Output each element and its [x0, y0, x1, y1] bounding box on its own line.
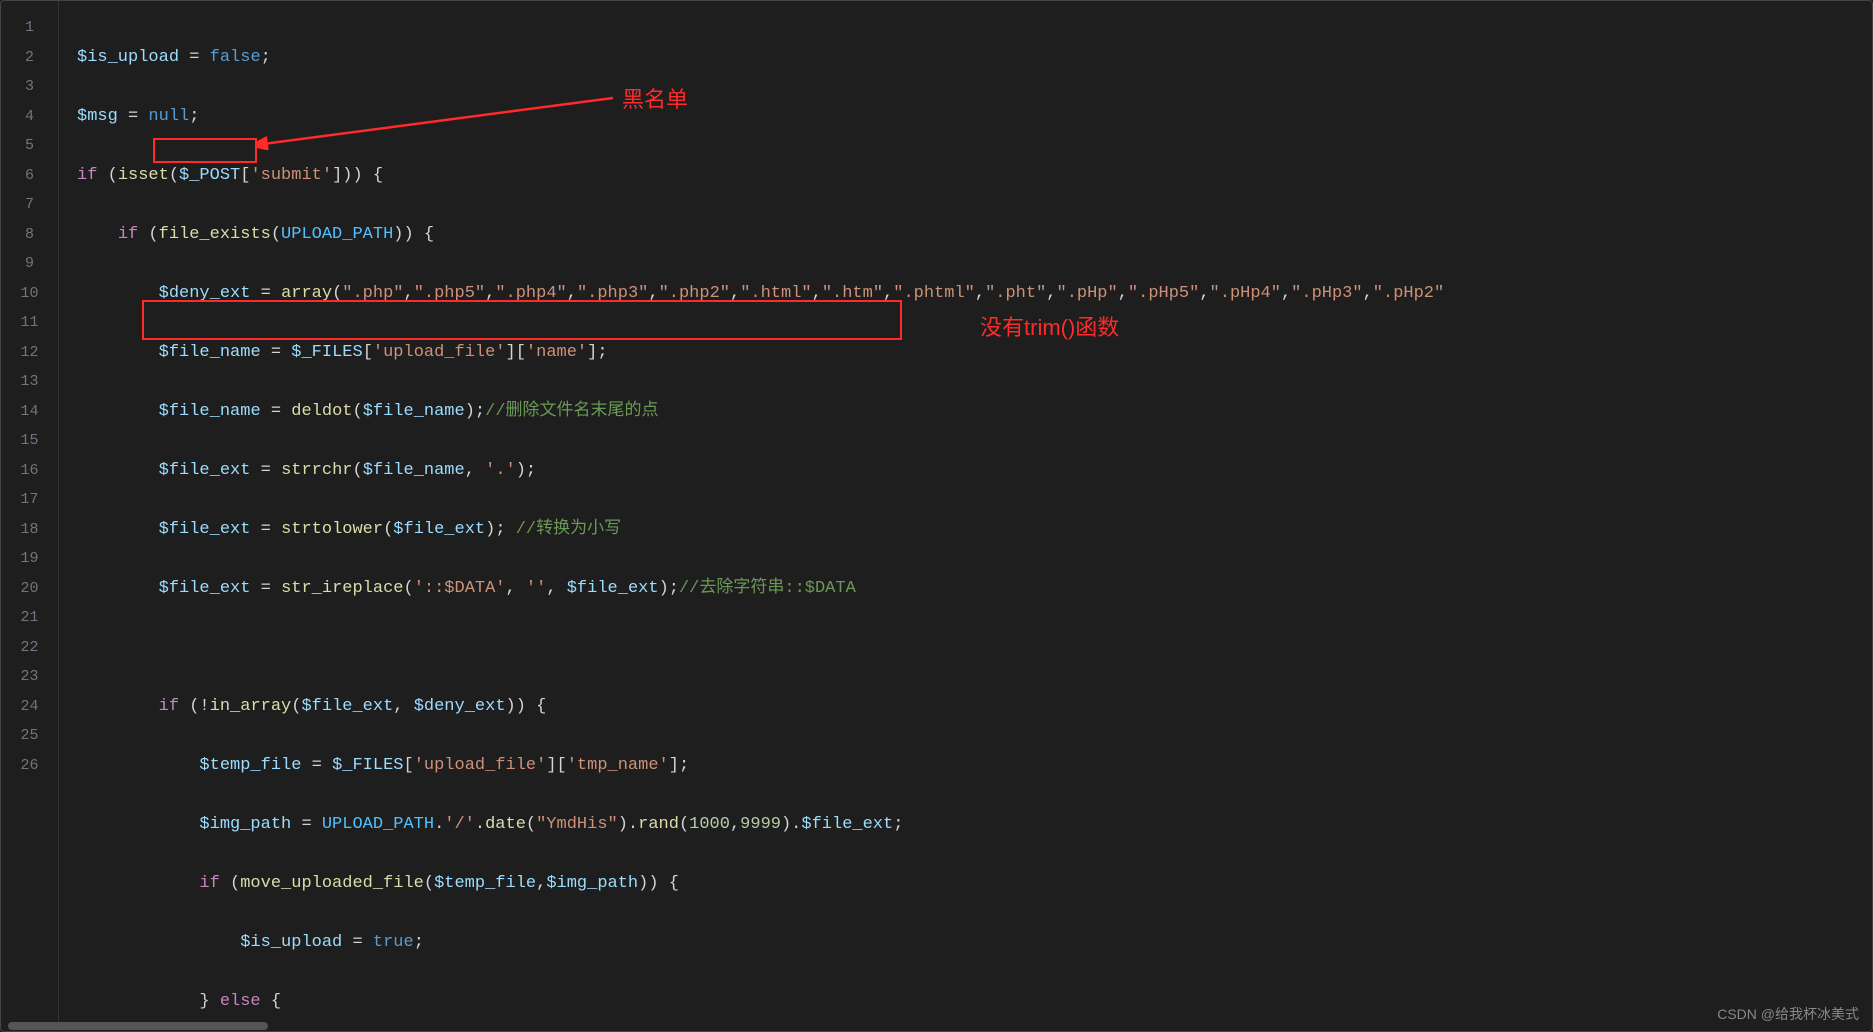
line-number-gutter: 1234567891011121314151617181920212223242… — [1, 1, 59, 1031]
line-number: 2 — [1, 43, 58, 73]
code-token: $is_upload — [77, 48, 179, 67]
line-number: 6 — [1, 161, 58, 191]
line-number: 25 — [1, 721, 58, 751]
code-area[interactable]: $is_upload = false; $msg = null; if (iss… — [59, 1, 1872, 1031]
line-number: 4 — [1, 102, 58, 132]
line-number: 24 — [1, 692, 58, 722]
line-number: 15 — [1, 426, 58, 456]
line-number: 8 — [1, 220, 58, 250]
line-number: 10 — [1, 279, 58, 309]
horizontal-scrollbar[interactable] — [8, 1022, 268, 1030]
line-number: 13 — [1, 367, 58, 397]
line-number: 19 — [1, 544, 58, 574]
line-number: 21 — [1, 603, 58, 633]
code-editor: 1234567891011121314151617181920212223242… — [0, 0, 1873, 1032]
line-number: 20 — [1, 574, 58, 604]
line-number: 5 — [1, 131, 58, 161]
line-number: 9 — [1, 249, 58, 279]
line-number: 22 — [1, 633, 58, 663]
line-number: 11 — [1, 308, 58, 338]
line-number: 16 — [1, 456, 58, 486]
line-number: 1 — [1, 13, 58, 43]
watermark: CSDN @给我杯冰美式 — [1717, 1004, 1859, 1024]
line-number: 26 — [1, 751, 58, 781]
line-number: 23 — [1, 662, 58, 692]
line-number: 14 — [1, 397, 58, 427]
line-number: 7 — [1, 190, 58, 220]
line-number: 18 — [1, 515, 58, 545]
line-number: 17 — [1, 485, 58, 515]
line-number: 12 — [1, 338, 58, 368]
line-number: 3 — [1, 72, 58, 102]
